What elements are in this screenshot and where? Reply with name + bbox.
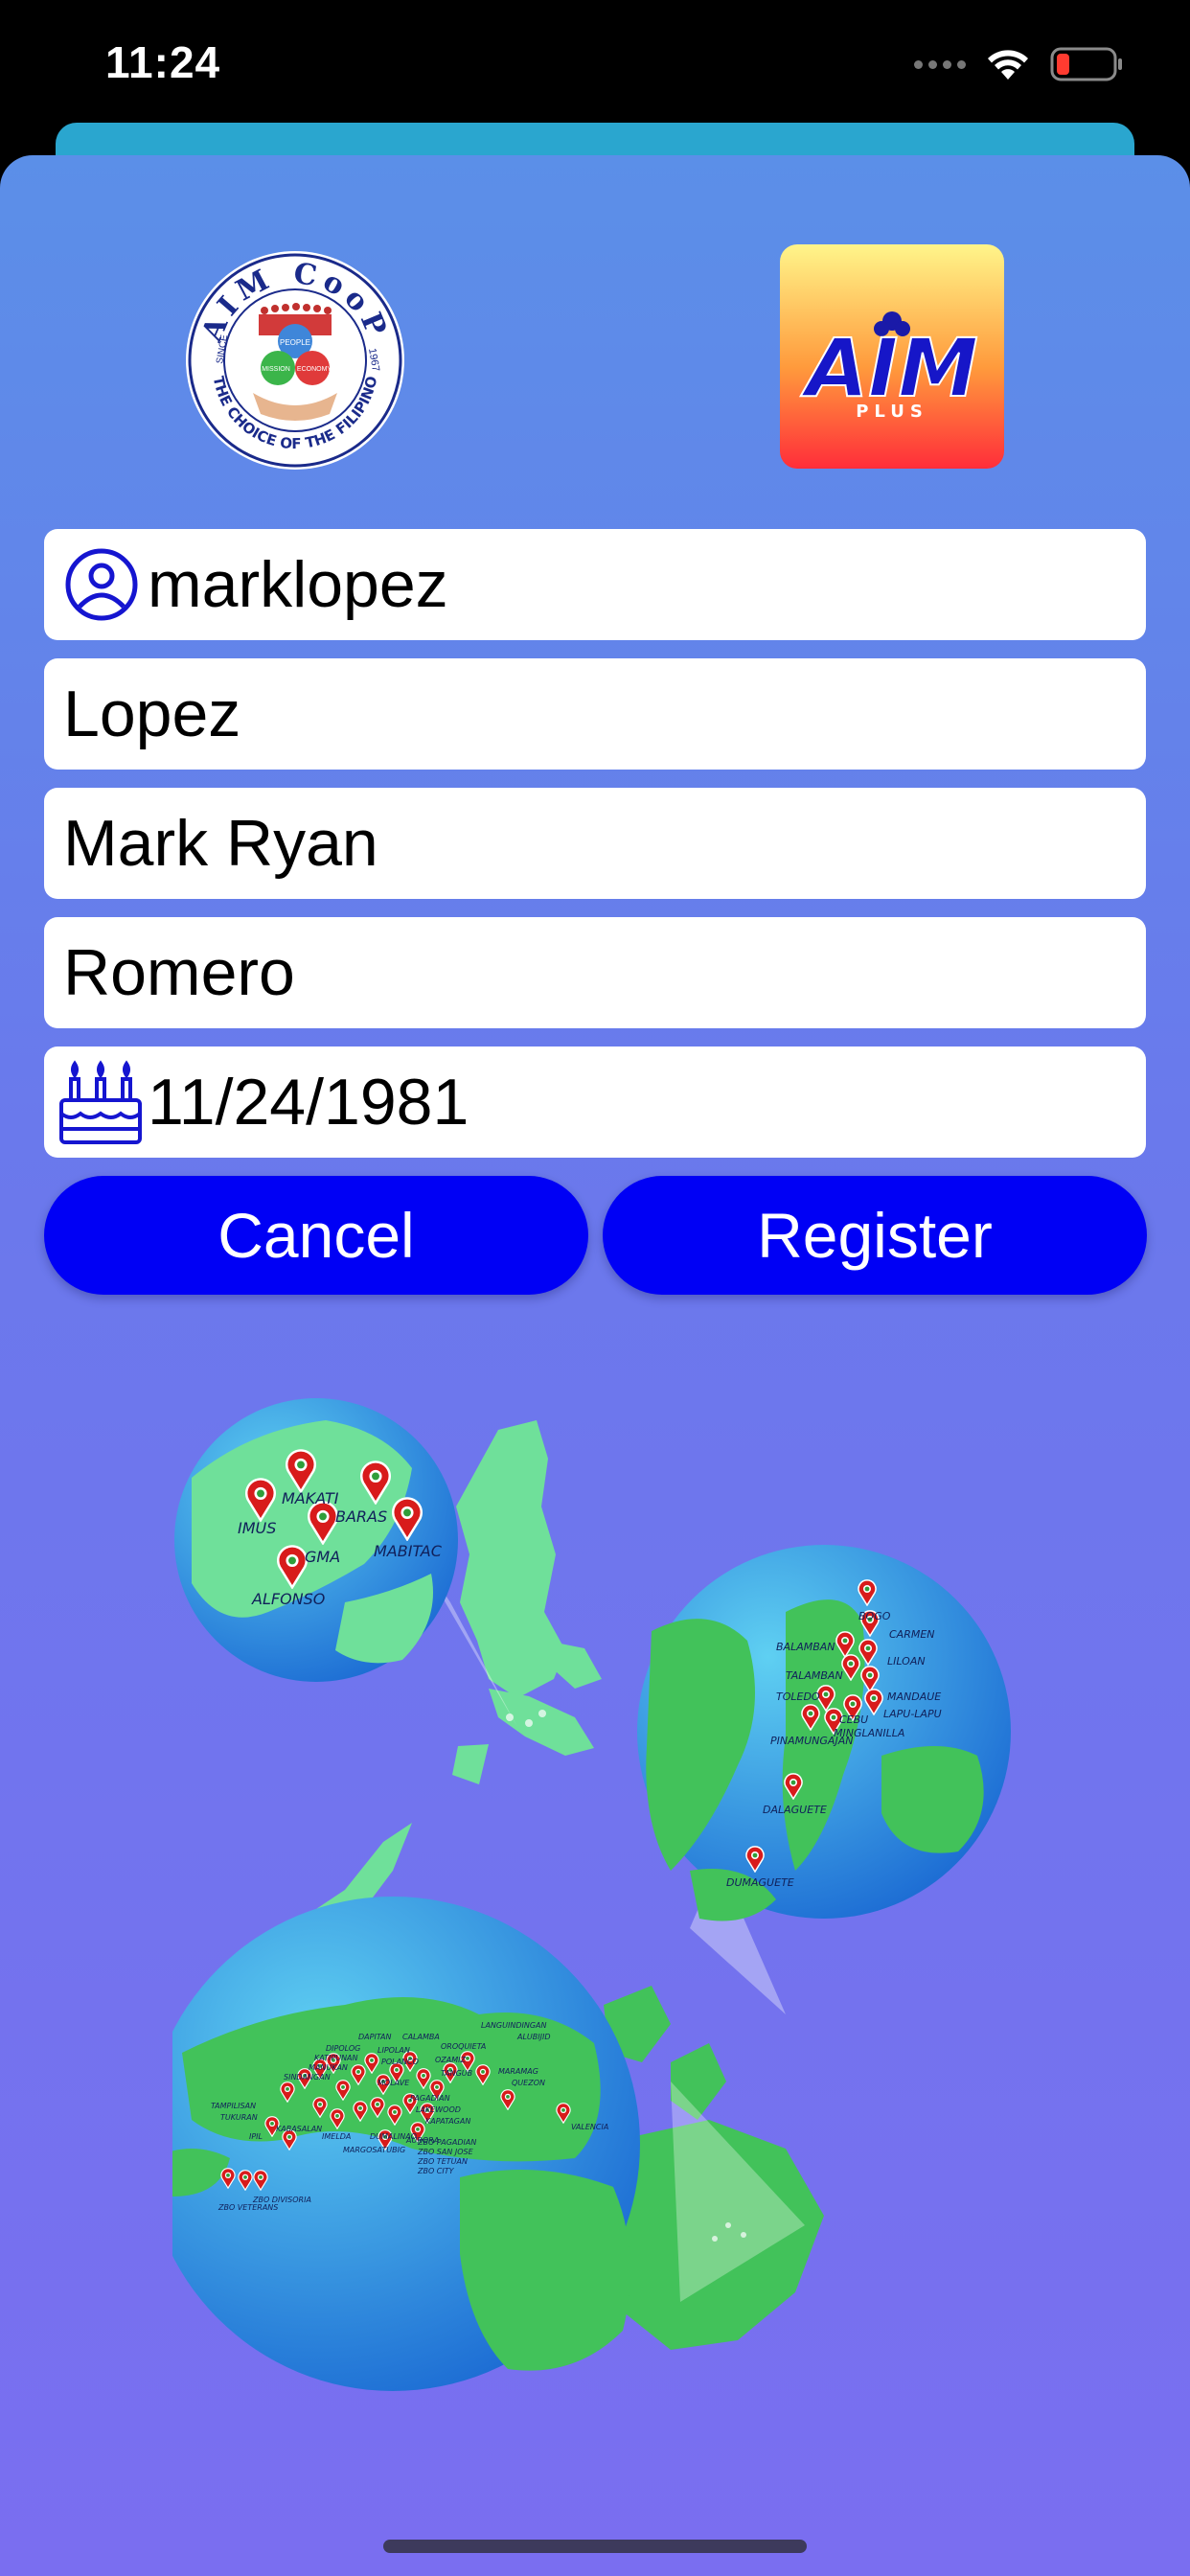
svg-text:ZBO PAGADIAN: ZBO PAGADIAN — [417, 2138, 476, 2147]
svg-text:KABASALAN: KABASALAN — [276, 2125, 322, 2133]
last-name-field[interactable]: Lopez — [44, 658, 1146, 770]
username-field[interactable]: marklopez — [44, 529, 1146, 640]
signal-icon — [914, 59, 966, 69]
luzon-globe: MAKATI BARAS IMUS GMA MABITAC ALFONSO — [174, 1398, 458, 1682]
status-time: 11:24 — [105, 37, 221, 87]
svg-text:MAKATI: MAKATI — [282, 1489, 339, 1507]
svg-text:TUKURAN: TUKURAN — [220, 2113, 258, 2122]
status-bar: 11:24 — [0, 0, 1190, 134]
register-button[interactable]: Register — [603, 1176, 1147, 1295]
svg-text:KATIPUNAN: KATIPUNAN — [314, 2054, 358, 2062]
svg-text:MARGOSATUBIG: MARGOSATUBIG — [343, 2146, 405, 2154]
svg-text:GMA: GMA — [305, 1548, 340, 1566]
svg-text:OROQUIETA: OROQUIETA — [441, 2042, 486, 2051]
aim-coop-logo: AIM CooP THE CHOICE OF THE FILIPINO SINC… — [186, 251, 404, 470]
svg-text:MABITAC: MABITAC — [374, 1542, 443, 1560]
svg-text:ALUBIJID: ALUBIJID — [516, 2033, 551, 2041]
svg-text:MISSION: MISSION — [262, 366, 290, 373]
svg-text:ALFONSO: ALFONSO — [251, 1590, 325, 1608]
mindanao-globe: DAPITAN DIPOLOG KATIPUNAN MANUKAN SINDAN… — [172, 1897, 640, 2391]
svg-text:IMUS: IMUS — [238, 1519, 276, 1537]
home-indicator[interactable] — [383, 2540, 807, 2553]
battery-low-icon — [1050, 47, 1122, 81]
birthday-cake-icon — [57, 1058, 144, 1146]
aim-plus-logo: AIM PLUS — [780, 244, 1004, 469]
svg-text:MARAMAG: MARAMAG — [498, 2067, 538, 2076]
svg-text:BARAS: BARAS — [335, 1507, 387, 1526]
svg-text:LANGUINDINGAN: LANGUINDINGAN — [481, 2021, 546, 2030]
svg-text:MOLAVE: MOLAVE — [378, 2079, 410, 2087]
svg-text:SINDANGAN: SINDANGAN — [284, 2073, 331, 2082]
last-name-value: Lopez — [63, 678, 241, 750]
cancel-button[interactable]: Cancel — [44, 1176, 588, 1295]
first-name-field[interactable]: Mark Ryan — [44, 788, 1146, 899]
birthdate-field[interactable]: 11/24/1981 — [44, 1046, 1146, 1158]
svg-text:MANUKAN: MANUKAN — [309, 2063, 348, 2072]
svg-text:ZBO SAN JOSE: ZBO SAN JOSE — [417, 2148, 474, 2156]
svg-text:LIPOLAN: LIPOLAN — [378, 2046, 410, 2055]
svg-text:DUMAGUETE: DUMAGUETE — [726, 1876, 794, 1889]
birthdate-value: 11/24/1981 — [148, 1066, 469, 1138]
svg-text:CARMEN: CARMEN — [889, 1628, 935, 1641]
svg-text:IPIL: IPIL — [249, 2132, 263, 2141]
branch-map-illustration: MAKATI BARAS IMUS GMA MABITAC ALFONSO BO… — [172, 1398, 1011, 2391]
first-name-value: Mark Ryan — [63, 807, 378, 880]
svg-text:VALENCIA: VALENCIA — [571, 2123, 608, 2131]
svg-text:ZBO CITY: ZBO CITY — [417, 2167, 455, 2175]
wifi-icon — [988, 50, 1028, 80]
svg-text:BALAMBAN: BALAMBAN — [776, 1641, 835, 1653]
svg-text:LILOAN: LILOAN — [887, 1655, 926, 1668]
svg-text:POLANCO: POLANCO — [381, 2058, 419, 2066]
svg-text:ECONOMY: ECONOMY — [297, 366, 332, 373]
svg-text:LAPU-LAPU: LAPU-LAPU — [883, 1708, 942, 1720]
svg-text:TANGUB: TANGUB — [441, 2069, 472, 2078]
svg-text:TALAMBAN: TALAMBAN — [786, 1669, 843, 1682]
svg-text:MINGLANILLA: MINGLANILLA — [834, 1727, 904, 1739]
svg-text:PAGADIAN: PAGADIAN — [410, 2094, 450, 2103]
svg-text:DALAGUETE: DALAGUETE — [763, 1804, 827, 1816]
svg-text:CALAMBA: CALAMBA — [402, 2033, 440, 2041]
svg-text:PLUS: PLUS — [856, 402, 928, 422]
svg-text:TOLEDO: TOLEDO — [776, 1690, 820, 1703]
svg-text:LAKEWOOD: LAKEWOOD — [416, 2105, 461, 2114]
svg-text:ZBO VETERANS: ZBO VETERANS — [217, 2203, 278, 2212]
svg-text:QUEZON: QUEZON — [512, 2079, 545, 2087]
svg-text:ZBO TETUAN: ZBO TETUAN — [417, 2157, 468, 2166]
register-sheet: AIM CooP THE CHOICE OF THE FILIPINO SINC… — [0, 155, 1190, 2576]
svg-text:DIPOLOG: DIPOLOG — [326, 2044, 360, 2053]
svg-text:CEBU: CEBU — [839, 1714, 868, 1726]
status-icons — [914, 40, 1123, 88]
username-value: marklopez — [148, 548, 448, 621]
middle-name-value: Romero — [63, 936, 295, 1009]
svg-text:BOGO: BOGO — [858, 1610, 891, 1622]
svg-text:KAPATAGAN: KAPATAGAN — [425, 2117, 470, 2126]
user-circle-icon — [63, 546, 140, 623]
middle-name-field[interactable]: Romero — [44, 917, 1146, 1028]
visayas-globe: BOGO CARMEN BALAMBAN LILOAN TALAMBAN TOL… — [637, 1545, 1011, 1921]
svg-text:IMELDA: IMELDA — [322, 2132, 351, 2141]
svg-text:TAMPILISAN: TAMPILISAN — [211, 2102, 256, 2110]
svg-text:DAPITAN: DAPITAN — [358, 2033, 391, 2041]
svg-text:MANDAUE: MANDAUE — [887, 1690, 941, 1703]
svg-text:OZAMIZ: OZAMIZ — [435, 2056, 467, 2064]
svg-text:PEOPLE: PEOPLE — [280, 338, 310, 347]
